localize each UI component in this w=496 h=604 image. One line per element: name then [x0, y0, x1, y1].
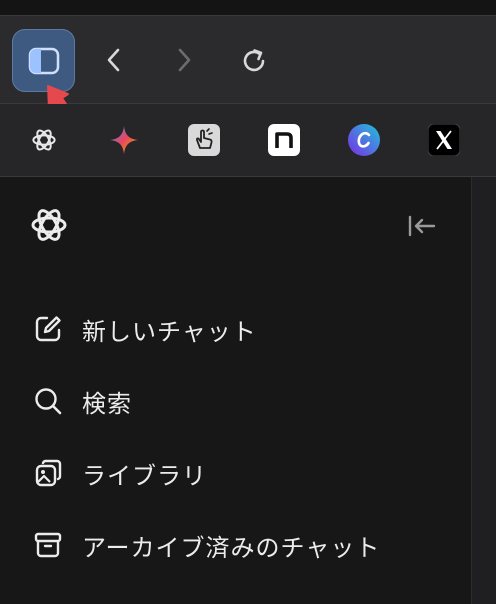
bookmark-chatgpt[interactable]	[28, 124, 60, 156]
x-icon	[428, 124, 460, 156]
chevron-left-icon	[107, 48, 120, 72]
bookmark-gemini[interactable]	[108, 124, 140, 156]
chevron-right-icon	[178, 48, 191, 72]
new-chat-label: 新しいチャット	[82, 317, 257, 346]
bookmark-x[interactable]	[428, 124, 460, 156]
note-n-icon	[268, 124, 300, 156]
reload-button[interactable]	[233, 40, 275, 82]
openai-icon	[32, 129, 56, 151]
forward-button[interactable]	[164, 40, 204, 80]
images-icon	[30, 455, 66, 491]
canva-icon	[348, 124, 380, 156]
sidebar-toggle-button[interactable]	[12, 29, 75, 92]
search-icon	[30, 383, 66, 419]
main-content-edge	[471, 177, 496, 604]
library-label: ライブラリ	[82, 461, 207, 490]
bookmark-hand[interactable]	[188, 124, 220, 156]
collapse-left-icon	[408, 215, 436, 237]
archive-icon	[30, 527, 66, 563]
bookmarks-bar	[0, 104, 496, 177]
edit-icon	[30, 311, 66, 347]
window-top-strip	[0, 0, 496, 15]
hand-pointer-icon	[188, 124, 220, 156]
search-label: 検索	[82, 389, 132, 418]
reload-icon	[243, 49, 265, 72]
sidebar-icon	[28, 47, 59, 74]
bookmark-canva[interactable]	[348, 124, 380, 156]
archived-chats-label: アーカイブ済みのチャット	[82, 533, 381, 562]
new-chat-item[interactable]: 新しいチャット	[30, 309, 257, 349]
back-button[interactable]	[94, 40, 134, 80]
gemini-sparkle-icon	[110, 126, 138, 154]
collapse-sidebar-button[interactable]	[404, 211, 440, 241]
library-item[interactable]: ライブラリ	[30, 453, 207, 493]
bookmark-note[interactable]	[268, 124, 300, 156]
chat-sidebar: 新しいチャット 検索 ライブラリ アーカイブ済みのチャット	[0, 177, 471, 604]
archived-chats-item[interactable]: アーカイブ済みのチャット	[30, 525, 380, 565]
search-item[interactable]: 検索	[30, 381, 132, 421]
openai-logo-icon[interactable]	[28, 204, 70, 246]
